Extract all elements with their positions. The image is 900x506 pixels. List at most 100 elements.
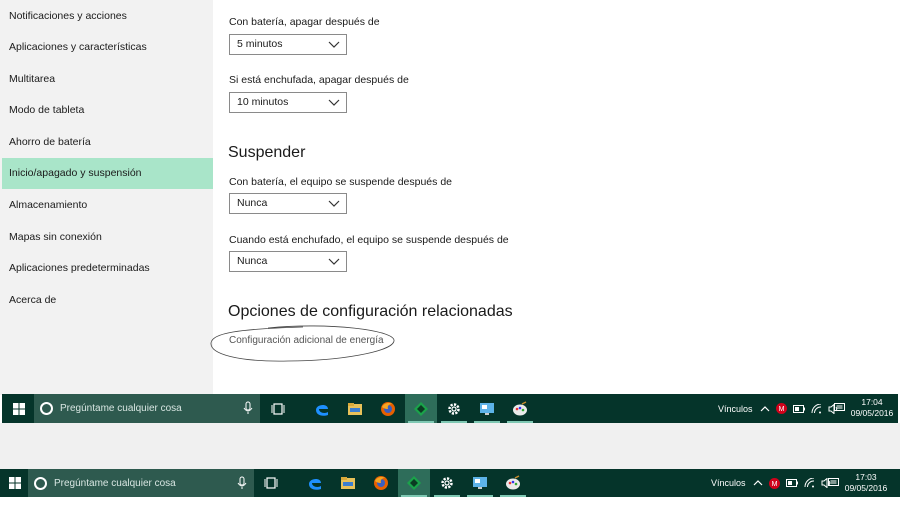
taskbar-bottom: Pregúntame cualquier cosa Vínculos M 17:… [0, 469, 900, 497]
taskbar-remote-desktop[interactable] [464, 469, 496, 497]
chevron-down-icon [328, 99, 340, 106]
task-view-button[interactable] [262, 394, 294, 423]
sidebar-item-mapas[interactable]: Mapas sin conexión [2, 222, 213, 253]
settings-sidebar: Notificaciones y acciones Aplicaciones y… [0, 0, 213, 395]
task-view-icon [264, 477, 278, 489]
system-tray: Vínculos M [718, 394, 839, 423]
taskbar-edge[interactable] [306, 394, 338, 423]
taskbar-green-app[interactable] [398, 469, 430, 497]
taskbar-file-explorer[interactable] [339, 394, 371, 423]
desktop-bottom-strip [0, 497, 900, 506]
sidebar-item-multitarea[interactable]: Multitarea [2, 64, 213, 95]
notifications-icon[interactable] [834, 403, 845, 413]
links-toolbar-label[interactable]: Vínculos [711, 478, 746, 488]
green-app-icon [407, 476, 421, 490]
settings-gear-icon [448, 402, 460, 415]
microphone-icon[interactable] [242, 401, 254, 415]
sidebar-item-acerca-de[interactable]: Acerca de [2, 285, 213, 316]
sidebar-item-ahorro-bateria[interactable]: Ahorro de batería [2, 127, 213, 158]
screen-battery-dropdown[interactable]: 5 minutos [229, 34, 347, 55]
clock[interactable]: 17:04 09/05/2016 [849, 397, 895, 419]
hand-drawn-ellipse [210, 325, 395, 362]
taskbar-firefox[interactable] [365, 469, 397, 497]
screen-plugged-dropdown[interactable]: 10 minutos [229, 92, 347, 113]
clock-time: 17:04 [861, 397, 883, 407]
sidebar-item-notificaciones[interactable]: Notificaciones y acciones [2, 1, 213, 32]
taskbar-green-app[interactable] [405, 394, 437, 423]
sidebar-item-aplicaciones[interactable]: Aplicaciones y características [2, 32, 213, 63]
settings-gear-icon [441, 477, 453, 489]
screen-battery-value: 5 minutos [237, 38, 283, 50]
taskbar-edge[interactable] [299, 469, 331, 497]
task-view-button[interactable] [255, 469, 287, 497]
remote-desktop-icon [473, 477, 487, 489]
notifications-icon[interactable] [828, 478, 839, 488]
battery-icon[interactable] [792, 404, 805, 413]
chevron-down-icon [328, 200, 340, 207]
cortana-search-icon [34, 476, 47, 490]
chevron-down-icon [328, 41, 340, 48]
chevron-up-icon[interactable] [760, 405, 770, 413]
taskbar-paint[interactable] [504, 394, 536, 423]
sleep-heading: Suspender [228, 144, 306, 161]
wifi-icon[interactable] [811, 403, 822, 414]
green-app-icon [414, 401, 428, 416]
windows-start-icon [9, 477, 21, 489]
mcafee-icon[interactable]: M [768, 477, 780, 489]
related-settings-heading: Opciones de configuración relacionadas [228, 303, 513, 320]
system-tray: Vínculos M [711, 469, 832, 497]
remote-desktop-icon [480, 402, 494, 415]
search-placeholder: Pregúntame cualquier cosa [60, 403, 182, 414]
task-view-icon [271, 402, 285, 415]
battery-icon[interactable] [785, 479, 798, 487]
cortana-search-icon [40, 402, 53, 415]
cortana-search-box[interactable]: Pregúntame cualquier cosa [34, 394, 260, 423]
sleep-battery-value: Nunca [237, 197, 268, 209]
clock[interactable]: 17:03 09/05/2016 [843, 472, 889, 494]
desktop-gap [0, 423, 900, 469]
taskbar-top: Pregúntame cualquier cosa Vínculos M 17:… [2, 394, 898, 423]
cortana-search-box[interactable]: Pregúntame cualquier cosa [28, 469, 254, 497]
chevron-up-icon[interactable] [753, 479, 763, 487]
firefox-icon [374, 476, 388, 490]
sidebar-item-almacenamiento[interactable]: Almacenamiento [2, 190, 213, 221]
microphone-icon[interactable] [236, 476, 248, 490]
taskbar-file-explorer[interactable] [332, 469, 364, 497]
sidebar-item-apps-predeterminadas[interactable]: Aplicaciones predeterminadas [2, 253, 213, 284]
screen-plugged-label: Si está enchufada, apagar después de [229, 74, 409, 86]
links-toolbar-label[interactable]: Vínculos [718, 404, 753, 414]
sleep-plugged-value: Nunca [237, 255, 268, 267]
paint-icon [506, 475, 520, 490]
sleep-plugged-label: Cuando está enchufado, el equipo se susp… [229, 234, 509, 246]
svg-text:M: M [771, 481, 777, 488]
sleep-battery-label: Con batería, el equipo se suspende despu… [229, 176, 452, 188]
file-explorer-icon [341, 477, 355, 489]
sleep-battery-dropdown[interactable]: Nunca [229, 193, 347, 214]
start-button[interactable] [0, 469, 30, 497]
screen-plugged-value: 10 minutos [237, 96, 289, 108]
clock-date: 09/05/2016 [844, 483, 888, 493]
mcafee-icon[interactable]: M [775, 403, 787, 414]
sleep-plugged-dropdown[interactable]: Nunca [229, 251, 347, 272]
paint-icon [513, 400, 527, 415]
clock-date: 09/05/2016 [850, 408, 894, 418]
taskbar-remote-desktop[interactable] [471, 394, 503, 423]
file-explorer-icon [348, 402, 362, 415]
taskbar-paint[interactable] [497, 469, 529, 497]
edge-icon [316, 404, 328, 416]
sidebar-item-inicio-apagado[interactable]: Inicio/apagado y suspensión [2, 158, 213, 189]
start-button[interactable] [4, 394, 34, 423]
clock-time: 17:03 [855, 472, 877, 482]
taskbar-settings[interactable] [438, 394, 470, 423]
search-placeholder: Pregúntame cualquier cosa [54, 477, 176, 489]
firefox-icon [381, 401, 395, 416]
svg-text:M: M [778, 406, 784, 413]
edge-icon [309, 478, 321, 490]
taskbar-firefox[interactable] [372, 394, 404, 423]
screen-battery-label: Con batería, apagar después de [229, 16, 380, 28]
taskbar-settings[interactable] [431, 469, 463, 497]
chevron-down-icon [328, 258, 340, 265]
windows-start-icon [13, 402, 25, 415]
wifi-icon[interactable] [804, 478, 815, 488]
sidebar-item-modo-tableta[interactable]: Modo de tableta [2, 95, 213, 126]
